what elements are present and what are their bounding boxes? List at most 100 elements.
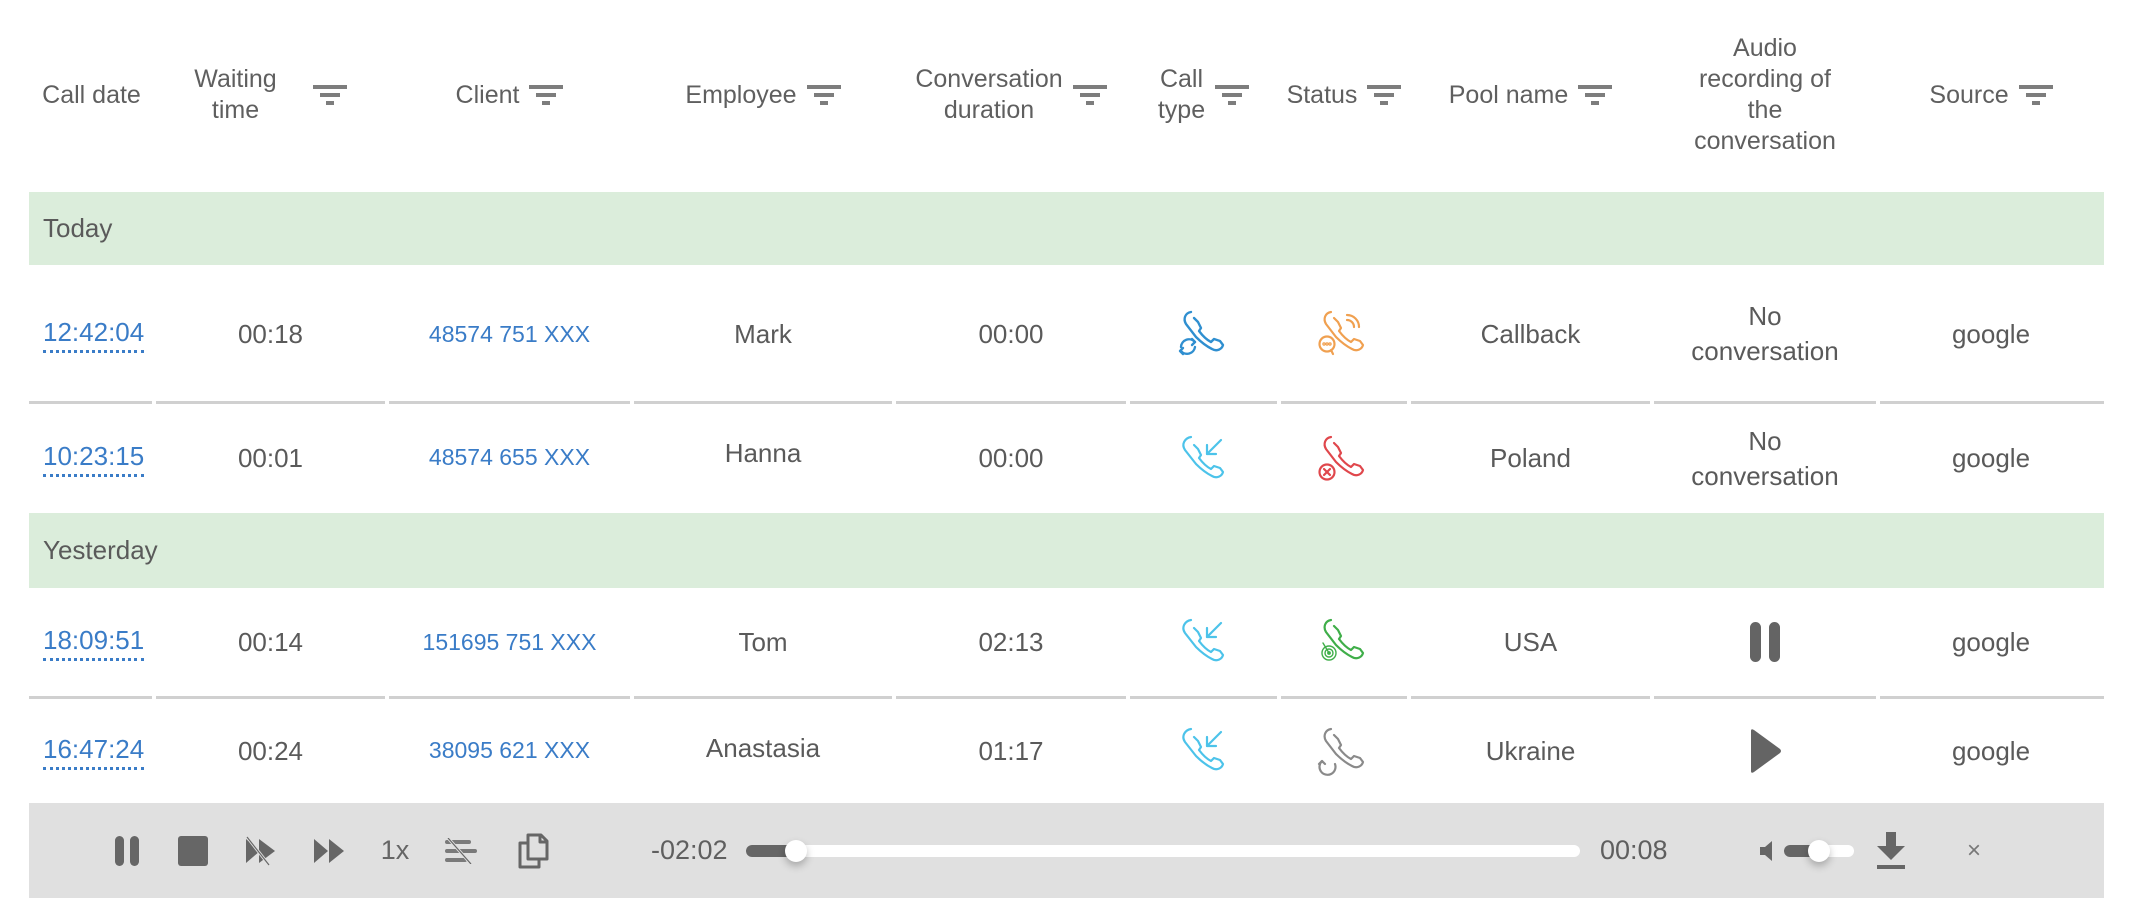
table-row: 12:42:04 00:18 48574 751 XXX Mark 00:00 … bbox=[0, 265, 2131, 403]
close-player-button[interactable]: × bbox=[1959, 803, 1989, 898]
column-label: Employee bbox=[685, 80, 797, 109]
column-header-source[interactable]: Source bbox=[1878, 0, 2104, 190]
cell-source: google bbox=[1951, 626, 2031, 657]
cell-status bbox=[1279, 588, 1409, 696]
column-label: Waiting time bbox=[194, 65, 277, 124]
cell-conversation-duration: 02:13 bbox=[978, 626, 1044, 657]
column-label: Conversation duration bbox=[915, 65, 1063, 124]
column-header-employee[interactable]: Employee bbox=[632, 0, 894, 190]
cell-status bbox=[1279, 699, 1409, 803]
column-header-call-type[interactable]: Call type bbox=[1128, 0, 1279, 190]
filter-icon[interactable] bbox=[2018, 83, 2053, 107]
table-row: 10:23:15 00:01 48574 655 XXX Hanna 00:00… bbox=[0, 404, 2131, 513]
column-label: Client bbox=[455, 80, 520, 109]
cell-audio-recording bbox=[1652, 699, 1878, 803]
column-header-pool-name[interactable]: Pool name bbox=[1409, 0, 1652, 190]
cell-employee: Hanna bbox=[724, 438, 802, 468]
client-phone-link[interactable]: 48574 751 XXX bbox=[429, 317, 590, 352]
column-label: Source bbox=[1929, 80, 2009, 109]
column-label: Call type bbox=[1157, 65, 1206, 124]
download-button[interactable] bbox=[1871, 803, 1911, 898]
fast-forward-icon bbox=[314, 838, 344, 863]
column-header-audio-recording: Audio recording of the conversation bbox=[1652, 0, 1878, 190]
call-date-link[interactable]: 10:23:15 bbox=[43, 440, 145, 477]
call-date-link[interactable]: 16:47:24 bbox=[43, 733, 145, 770]
cell-audio-recording: No conversation bbox=[1691, 301, 1839, 366]
cell-call-type bbox=[1128, 404, 1279, 513]
copy-link-button[interactable] bbox=[511, 803, 555, 898]
cell-pool-name: Poland bbox=[1490, 443, 1571, 473]
column-header-conversation-duration[interactable]: Conversation duration bbox=[894, 0, 1128, 190]
client-phone-link[interactable]: 38095 621 XXX bbox=[429, 733, 590, 768]
cell-employee: Tom bbox=[738, 626, 788, 657]
column-header-client[interactable]: Client bbox=[387, 0, 632, 190]
cell-employee: Anastasia bbox=[705, 733, 821, 763]
group-label: Today bbox=[43, 213, 113, 243]
cell-pool-name: Ukraine bbox=[1485, 735, 1576, 766]
cell-waiting-time: 00:01 bbox=[237, 443, 304, 473]
column-header-waiting-time[interactable]: Waiting time bbox=[154, 0, 387, 190]
filter-icon[interactable] bbox=[1072, 83, 1107, 107]
column-label: Audio recording of the conversation bbox=[1694, 34, 1836, 155]
client-phone-link[interactable]: 48574 655 XXX bbox=[429, 440, 590, 475]
cell-status bbox=[1279, 404, 1409, 513]
redirect-call-icon bbox=[1317, 727, 1365, 776]
client-phone-link[interactable]: 151695 751 XXX bbox=[423, 625, 597, 660]
missed-call-icon bbox=[1318, 435, 1365, 481]
fast-forward-button[interactable] bbox=[307, 803, 351, 898]
pause-button[interactable] bbox=[105, 803, 149, 898]
ringing-message-call-icon bbox=[1318, 310, 1365, 356]
cell-status bbox=[1279, 265, 1409, 403]
cell-call-date: 10:23:15 bbox=[29, 404, 154, 513]
cell-pool-name: USA bbox=[1503, 626, 1558, 657]
time-elapsed: 00:08 bbox=[1600, 835, 1668, 865]
filter-icon[interactable] bbox=[312, 83, 347, 107]
cell-waiting-time: 00:14 bbox=[237, 626, 304, 657]
cell-waiting-time: 00:18 bbox=[237, 318, 304, 349]
filter-icon[interactable] bbox=[1215, 83, 1250, 107]
cell-conversation-duration: 01:17 bbox=[978, 735, 1044, 766]
progress-handle[interactable] bbox=[785, 840, 808, 862]
volume-slider[interactable] bbox=[1784, 840, 1854, 862]
column-header-call-date[interactable]: Call date bbox=[29, 0, 154, 190]
table-row: 18:09:51 00:14 151695 751 XXX Tom 02:13 … bbox=[0, 588, 2131, 696]
cell-source: google bbox=[1951, 318, 2031, 349]
play-recording-button[interactable] bbox=[1747, 727, 1783, 775]
volume-icon bbox=[1760, 840, 1772, 861]
incoming-call-icon bbox=[1181, 727, 1224, 771]
cell-source: google bbox=[1951, 735, 2031, 766]
pause-icon bbox=[115, 835, 139, 866]
call-date-link[interactable]: 18:09:51 bbox=[43, 624, 145, 661]
progress-slider[interactable] bbox=[746, 840, 1580, 862]
stop-button[interactable] bbox=[171, 803, 215, 898]
download-icon bbox=[1877, 831, 1905, 869]
column-label: Pool name bbox=[1448, 80, 1569, 109]
cell-client: 48574 655 XXX bbox=[387, 404, 632, 513]
pause-recording-button[interactable] bbox=[1747, 620, 1783, 664]
volume-handle[interactable] bbox=[1808, 840, 1830, 862]
filter-icon[interactable] bbox=[806, 83, 841, 107]
text-lines-off-icon bbox=[445, 837, 477, 864]
incoming-call-icon bbox=[1181, 435, 1224, 478]
cell-client: 151695 751 XXX bbox=[387, 588, 632, 696]
cell-pool-name: Callback bbox=[1480, 318, 1581, 349]
group-label: Yesterday bbox=[43, 535, 158, 565]
transcript-toggle-button[interactable] bbox=[439, 803, 483, 898]
audio-player: 1x -02:02 00:08 × bbox=[29, 803, 2104, 898]
filter-icon[interactable] bbox=[1367, 83, 1402, 107]
playback-speed-button[interactable]: 1x bbox=[373, 803, 417, 898]
mute-button[interactable] bbox=[1756, 803, 1778, 898]
cell-conversation-duration: 00:00 bbox=[978, 318, 1044, 349]
time-remaining: -02:02 bbox=[651, 835, 728, 865]
callback-call-icon bbox=[1178, 310, 1224, 356]
column-header-status[interactable]: Status bbox=[1279, 0, 1409, 190]
call-date-link[interactable]: 12:42:04 bbox=[43, 316, 145, 353]
copy-icon bbox=[518, 833, 549, 868]
cell-source: google bbox=[1951, 443, 2031, 473]
skip-silence-off-icon bbox=[245, 835, 275, 866]
cell-call-date: 12:42:04 bbox=[29, 265, 154, 403]
cell-employee: Mark bbox=[734, 318, 792, 349]
filter-icon[interactable] bbox=[1578, 83, 1613, 107]
filter-icon[interactable] bbox=[529, 83, 564, 107]
skip-silence-button[interactable] bbox=[239, 803, 283, 898]
